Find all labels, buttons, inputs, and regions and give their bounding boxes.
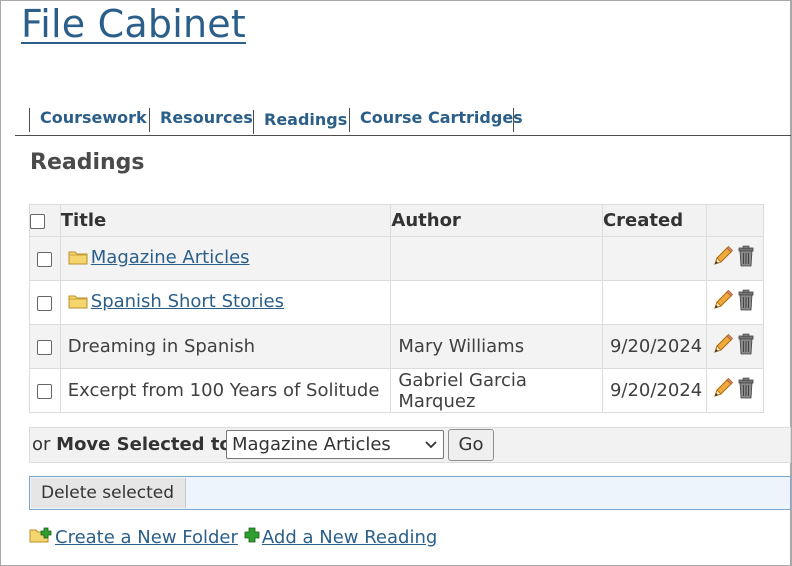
files-table: Title Author Created Magazine Articles S… bbox=[29, 204, 765, 413]
folder-icon bbox=[68, 293, 88, 314]
folder-link[interactable]: Magazine Articles bbox=[91, 247, 250, 268]
select-all-checkbox[interactable] bbox=[30, 213, 45, 229]
col-created-header[interactable]: Created bbox=[601, 204, 707, 237]
folder-icon bbox=[68, 249, 88, 270]
create-folder-link[interactable]: Create a New Folder bbox=[55, 527, 238, 548]
delete-bar: Delete selected bbox=[29, 476, 791, 510]
chevron-down-icon bbox=[425, 431, 437, 468]
add-icon bbox=[244, 527, 260, 548]
table-row: Spanish Short Stories bbox=[29, 280, 765, 325]
table-row: Dreaming in Spanish Mary Williams 9/20/2… bbox=[29, 324, 765, 369]
move-destination-select[interactable]: Magazine Articles bbox=[226, 430, 444, 459]
trash-icon[interactable] bbox=[737, 377, 755, 404]
select-all-cell bbox=[29, 204, 61, 237]
table-row: Excerpt from 100 Years of Solitude Gabri… bbox=[29, 368, 765, 413]
move-prefix: or bbox=[32, 434, 51, 455]
created-cell bbox=[601, 236, 707, 281]
title-cell: Excerpt from 100 Years of Solitude bbox=[59, 368, 392, 413]
created-cell bbox=[601, 280, 707, 325]
trash-icon[interactable] bbox=[737, 333, 755, 360]
title-cell: Spanish Short Stories bbox=[59, 280, 392, 325]
move-label-text: Move Selected to: bbox=[56, 434, 239, 455]
author-cell: Gabriel Garcia Marquez bbox=[390, 368, 603, 413]
author-cell bbox=[390, 280, 603, 325]
delete-selected-button[interactable]: Delete selected bbox=[31, 478, 186, 508]
pencil-icon[interactable] bbox=[712, 289, 734, 316]
move-label: or Move Selected to: bbox=[32, 434, 239, 455]
app-title[interactable]: File Cabinet bbox=[21, 2, 246, 46]
tab-divider bbox=[513, 108, 514, 132]
new-folder-icon bbox=[29, 526, 53, 549]
tab-coursework[interactable]: Coursework bbox=[29, 108, 147, 132]
add-reading-link[interactable]: Add a New Reading bbox=[262, 527, 437, 548]
section-title: Readings bbox=[30, 150, 145, 175]
pencil-icon[interactable] bbox=[712, 333, 734, 360]
tab-readings-label: Readings bbox=[264, 110, 348, 129]
tab-bar: Coursework Resources Readings Course Car… bbox=[15, 106, 791, 136]
row-checkbox[interactable] bbox=[37, 383, 53, 399]
row-checkbox[interactable] bbox=[37, 295, 53, 311]
move-selected-bar: or Move Selected to: Magazine Articles G… bbox=[29, 427, 791, 463]
tab-readings[interactable]: Readings bbox=[253, 110, 347, 134]
table-row: Magazine Articles bbox=[29, 236, 765, 281]
pencil-icon[interactable] bbox=[712, 377, 734, 404]
col-title-header[interactable]: Title bbox=[59, 204, 392, 237]
row-checkbox[interactable] bbox=[37, 251, 53, 267]
title-cell: Magazine Articles bbox=[59, 236, 392, 281]
row-checkbox[interactable] bbox=[37, 339, 53, 355]
title-cell: Dreaming in Spanish bbox=[59, 324, 392, 369]
col-actions-header bbox=[705, 204, 765, 237]
author-cell: Mary Williams bbox=[390, 324, 603, 369]
tab-resources[interactable]: Resources bbox=[149, 108, 253, 132]
pencil-icon[interactable] bbox=[712, 245, 734, 272]
tab-course-cartridges[interactable]: Course Cartridges bbox=[349, 108, 523, 132]
trash-icon[interactable] bbox=[737, 245, 755, 272]
created-cell: 9/20/2024 bbox=[601, 324, 707, 369]
bottom-links: Create a New Folder Add a New Reading bbox=[29, 526, 437, 549]
created-cell: 9/20/2024 bbox=[601, 368, 707, 413]
folder-link[interactable]: Spanish Short Stories bbox=[91, 291, 284, 312]
go-button[interactable]: Go bbox=[448, 429, 494, 461]
move-selected-value: Magazine Articles bbox=[232, 434, 391, 455]
trash-icon[interactable] bbox=[737, 289, 755, 316]
author-cell bbox=[390, 236, 603, 281]
col-author-header[interactable]: Author bbox=[390, 204, 603, 237]
